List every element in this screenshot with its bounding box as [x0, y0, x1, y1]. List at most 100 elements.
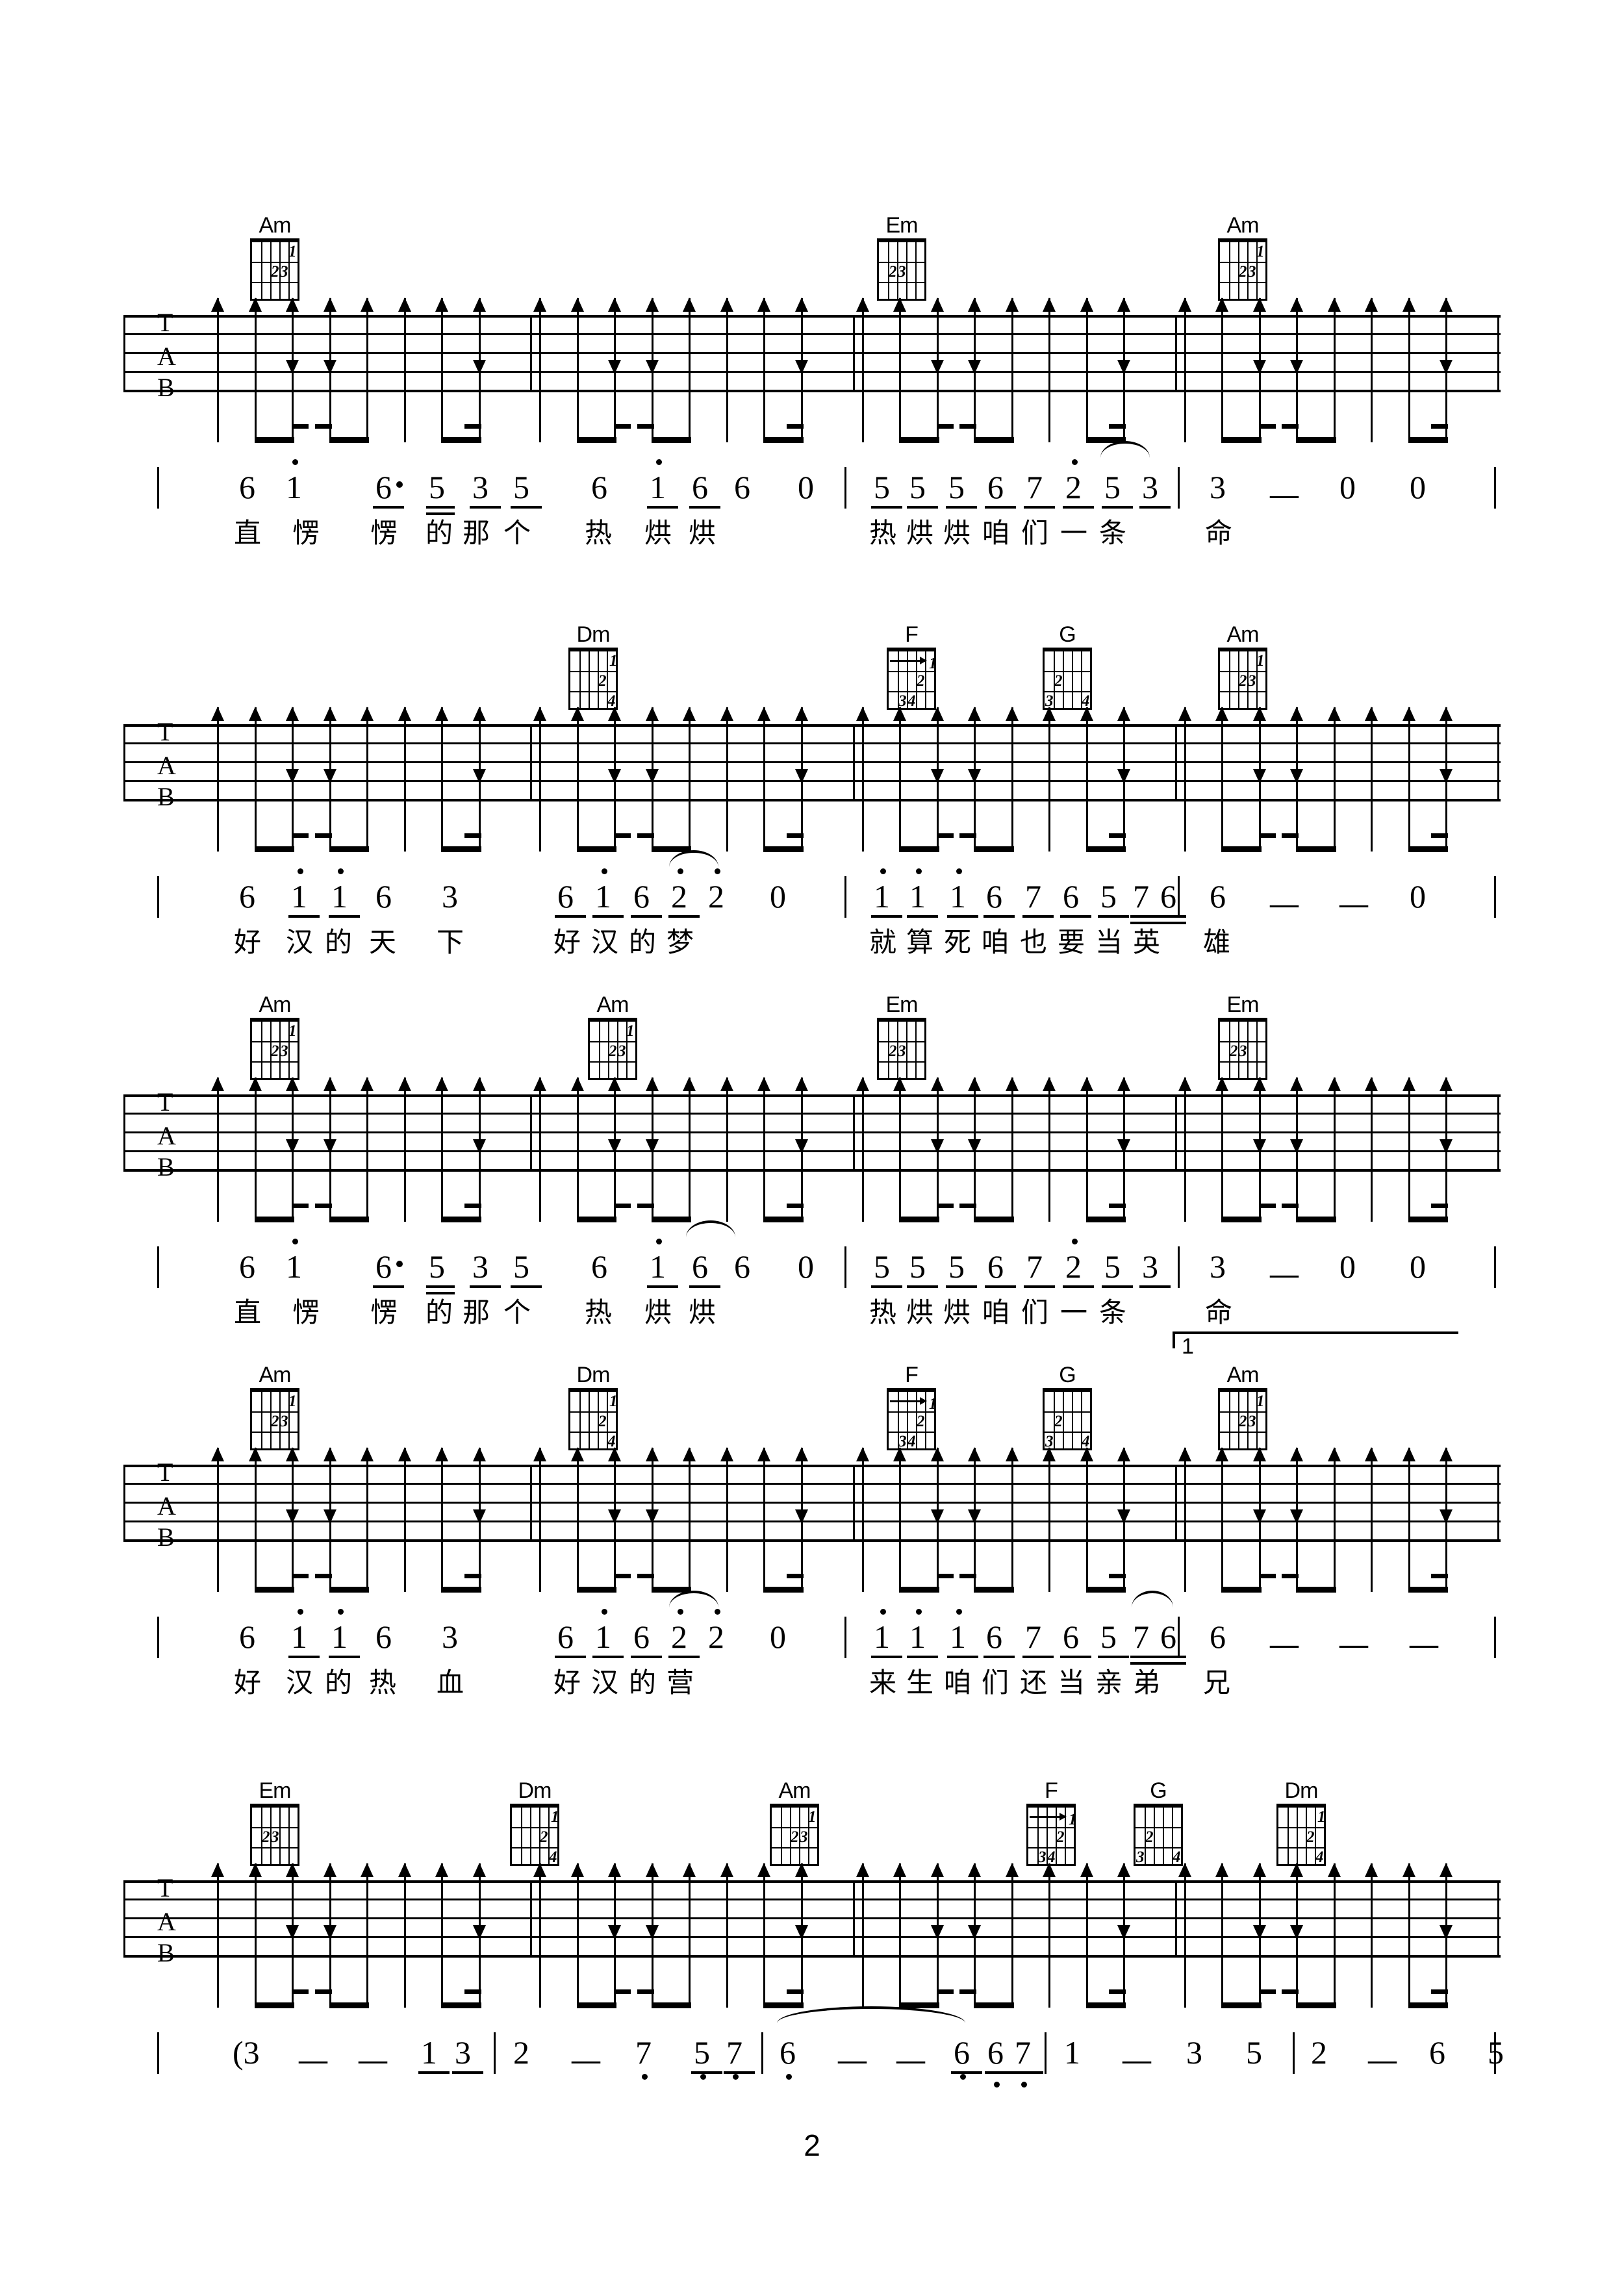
strum-down-arrow[interactable] — [968, 1914, 982, 1939]
strum-up-arrow[interactable] — [286, 1447, 299, 1471]
strum-up-arrow[interactable] — [248, 1863, 262, 1887]
strum-up-arrow[interactable] — [645, 1077, 659, 1101]
strum-up-arrow[interactable] — [794, 1447, 808, 1471]
strum-up-arrow[interactable] — [683, 297, 696, 322]
strum-up-arrow[interactable] — [1290, 297, 1304, 322]
strum-up-arrow[interactable] — [1365, 707, 1378, 731]
strum-up-arrow[interactable] — [1080, 1447, 1093, 1471]
strum-up-arrow[interactable] — [1178, 707, 1191, 731]
strum-up-arrow[interactable] — [435, 707, 449, 731]
strum-down-arrow[interactable] — [472, 1498, 486, 1524]
strum-up-arrow[interactable] — [1005, 297, 1019, 322]
strum-down-arrow[interactable] — [1440, 349, 1453, 374]
strum-up-arrow[interactable] — [645, 297, 659, 322]
strum-up-arrow[interactable] — [435, 1863, 449, 1887]
strum-down-arrow[interactable] — [323, 758, 336, 783]
strum-down-arrow[interactable] — [1440, 1498, 1453, 1524]
strum-down-arrow[interactable] — [286, 758, 299, 783]
strum-up-arrow[interactable] — [794, 707, 808, 731]
strum-up-arrow[interactable] — [398, 1447, 411, 1471]
strum-up-arrow[interactable] — [856, 1863, 869, 1887]
strum-up-arrow[interactable] — [533, 707, 547, 731]
strum-down-arrow[interactable] — [968, 349, 982, 374]
strum-down-arrow[interactable] — [645, 758, 659, 783]
strum-up-arrow[interactable] — [608, 1863, 622, 1887]
strum-down-arrow[interactable] — [608, 1498, 622, 1524]
strum-down-arrow[interactable] — [1117, 1498, 1131, 1524]
strum-up-arrow[interactable] — [856, 1077, 869, 1101]
strum-down-arrow[interactable] — [1290, 1128, 1304, 1154]
strum-up-arrow[interactable] — [1043, 1077, 1056, 1101]
strum-down-arrow[interactable] — [1290, 1498, 1304, 1524]
strum-up-arrow[interactable] — [570, 1863, 584, 1887]
strum-up-arrow[interactable] — [211, 1863, 224, 1887]
strum-up-arrow[interactable] — [1440, 1863, 1453, 1887]
strum-up-arrow[interactable] — [1290, 707, 1304, 731]
strum-up-arrow[interactable] — [533, 1447, 547, 1471]
strum-up-arrow[interactable] — [1290, 1077, 1304, 1101]
strum-up-arrow[interactable] — [1043, 1863, 1056, 1887]
strum-up-arrow[interactable] — [472, 1447, 486, 1471]
strum-down-arrow[interactable] — [608, 758, 622, 783]
strum-up-arrow[interactable] — [1440, 707, 1453, 731]
strum-up-arrow[interactable] — [1005, 1863, 1019, 1887]
strum-down-arrow[interactable] — [1440, 758, 1453, 783]
strum-up-arrow[interactable] — [1327, 707, 1341, 731]
strum-up-arrow[interactable] — [435, 297, 449, 322]
strum-down-arrow[interactable] — [1252, 1128, 1266, 1154]
strum-up-arrow[interactable] — [570, 1447, 584, 1471]
strum-up-arrow[interactable] — [361, 1863, 374, 1887]
strum-up-arrow[interactable] — [794, 1863, 808, 1887]
strum-down-arrow[interactable] — [968, 1498, 982, 1524]
strum-up-arrow[interactable] — [968, 1077, 982, 1101]
strum-up-arrow[interactable] — [1178, 297, 1191, 322]
strum-up-arrow[interactable] — [1327, 297, 1341, 322]
strum-down-arrow[interactable] — [1252, 758, 1266, 783]
strum-up-arrow[interactable] — [533, 297, 547, 322]
strum-up-arrow[interactable] — [893, 1863, 907, 1887]
strum-down-arrow[interactable] — [930, 1498, 944, 1524]
strum-up-arrow[interactable] — [930, 1447, 944, 1471]
strum-up-arrow[interactable] — [435, 1077, 449, 1101]
strum-up-arrow[interactable] — [1005, 1447, 1019, 1471]
strum-up-arrow[interactable] — [856, 707, 869, 731]
strum-up-arrow[interactable] — [533, 1863, 547, 1887]
strum-up-arrow[interactable] — [1402, 707, 1415, 731]
strum-down-arrow[interactable] — [1117, 349, 1131, 374]
strum-down-arrow[interactable] — [608, 349, 622, 374]
strum-up-arrow[interactable] — [1402, 1077, 1415, 1101]
strum-up-arrow[interactable] — [1327, 1447, 1341, 1471]
strum-down-arrow[interactable] — [794, 1914, 808, 1939]
strum-up-arrow[interactable] — [286, 707, 299, 731]
strum-up-arrow[interactable] — [720, 1447, 733, 1471]
strum-up-arrow[interactable] — [570, 707, 584, 731]
strum-up-arrow[interactable] — [361, 1447, 374, 1471]
strum-up-arrow[interactable] — [683, 1077, 696, 1101]
strum-up-arrow[interactable] — [608, 1447, 622, 1471]
strum-up-arrow[interactable] — [1215, 1077, 1229, 1101]
strum-up-arrow[interactable] — [398, 707, 411, 731]
strum-up-arrow[interactable] — [1365, 1863, 1378, 1887]
strum-up-arrow[interactable] — [856, 1447, 869, 1471]
strum-up-arrow[interactable] — [1117, 707, 1131, 731]
strum-up-arrow[interactable] — [1440, 297, 1453, 322]
strum-up-arrow[interactable] — [608, 297, 622, 322]
strum-up-arrow[interactable] — [1117, 297, 1131, 322]
strum-down-arrow[interactable] — [472, 758, 486, 783]
strum-up-arrow[interactable] — [1252, 1447, 1266, 1471]
strum-up-arrow[interactable] — [1290, 1447, 1304, 1471]
strum-down-arrow[interactable] — [472, 1914, 486, 1939]
strum-up-arrow[interactable] — [757, 1447, 771, 1471]
strum-up-arrow[interactable] — [1365, 1447, 1378, 1471]
strum-up-arrow[interactable] — [211, 707, 224, 731]
strum-up-arrow[interactable] — [893, 1077, 907, 1101]
strum-up-arrow[interactable] — [856, 297, 869, 322]
strum-up-arrow[interactable] — [398, 297, 411, 322]
strum-down-arrow[interactable] — [1290, 1914, 1304, 1939]
strum-up-arrow[interactable] — [1178, 1447, 1191, 1471]
strum-down-arrow[interactable] — [1252, 1498, 1266, 1524]
strum-up-arrow[interactable] — [720, 707, 733, 731]
strum-up-arrow[interactable] — [1440, 1447, 1453, 1471]
strum-up-arrow[interactable] — [1252, 1863, 1266, 1887]
strum-down-arrow[interactable] — [608, 1128, 622, 1154]
